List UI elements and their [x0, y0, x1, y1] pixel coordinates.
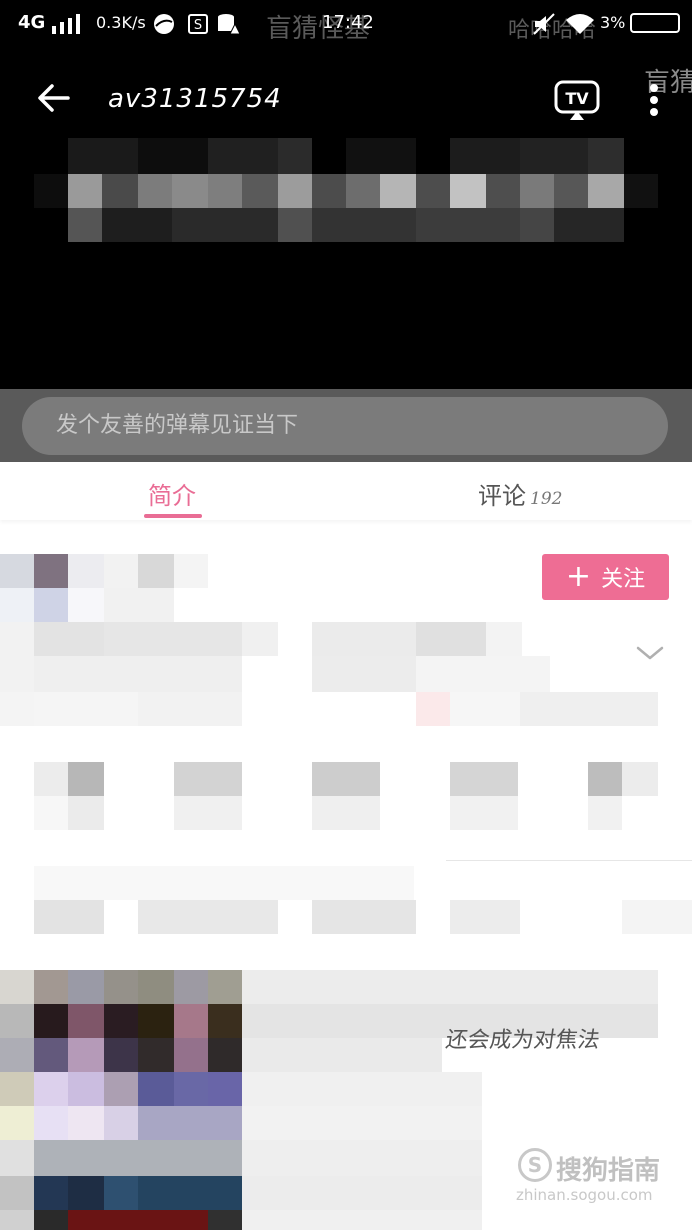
sim-icon: S — [188, 14, 208, 34]
wifi-icon — [566, 14, 594, 34]
sogou-logo-icon: S — [518, 1148, 552, 1182]
back-arrow-icon[interactable] — [34, 78, 74, 118]
danmaku-input[interactable]: 发个友善的弹幕见证当下 — [22, 397, 668, 455]
tab-active-indicator — [144, 514, 202, 518]
clock: 17:42 — [322, 12, 374, 33]
watermark-url: zhinan.sogou.com — [516, 1186, 653, 1204]
section-divider — [446, 860, 692, 861]
more-options-icon[interactable] — [640, 78, 668, 122]
mute-icon — [533, 13, 555, 35]
follow-label: 关注 — [601, 567, 646, 592]
tab-intro[interactable]: 简介 — [148, 476, 196, 511]
pixelated-video-frame — [34, 128, 658, 248]
follow-button[interactable]: + 关注 — [542, 554, 669, 600]
network-type: 4G — [18, 12, 46, 33]
chevron-down-icon[interactable] — [634, 640, 666, 666]
signal-icon — [52, 14, 80, 34]
plus-icon: + — [565, 559, 592, 594]
comments-count: 192 — [530, 489, 563, 509]
svg-text:TV: TV — [565, 89, 589, 108]
tv-cast-icon[interactable]: TV — [554, 80, 600, 120]
tab-comments-label: 评论 — [478, 482, 526, 510]
description-text: 还会成为对焦法 — [443, 1028, 602, 1053]
watermark-brand: 搜狗指南 — [556, 1156, 661, 1186]
pixelated-uploader-info — [0, 520, 692, 1230]
network-speed: 0.3K/s — [96, 13, 146, 32]
video-player[interactable]: av31315754 TV 盲猜 — [0, 52, 692, 389]
video-id-title: av31315754 — [108, 84, 282, 114]
status-bar: 4G 0.3K/s S 盲猜怪基 17:42 哈哈哈哈 3% — [0, 0, 692, 52]
tab-bar: 简介 评论 192 — [0, 462, 692, 520]
svg-text:S: S — [194, 18, 202, 33]
tab-comments[interactable]: 评论 192 — [478, 476, 562, 511]
app-notification-icon — [154, 14, 174, 34]
battery-icon — [630, 13, 680, 33]
battery-percent: 3% — [600, 13, 626, 32]
storage-warning-icon — [218, 14, 240, 35]
